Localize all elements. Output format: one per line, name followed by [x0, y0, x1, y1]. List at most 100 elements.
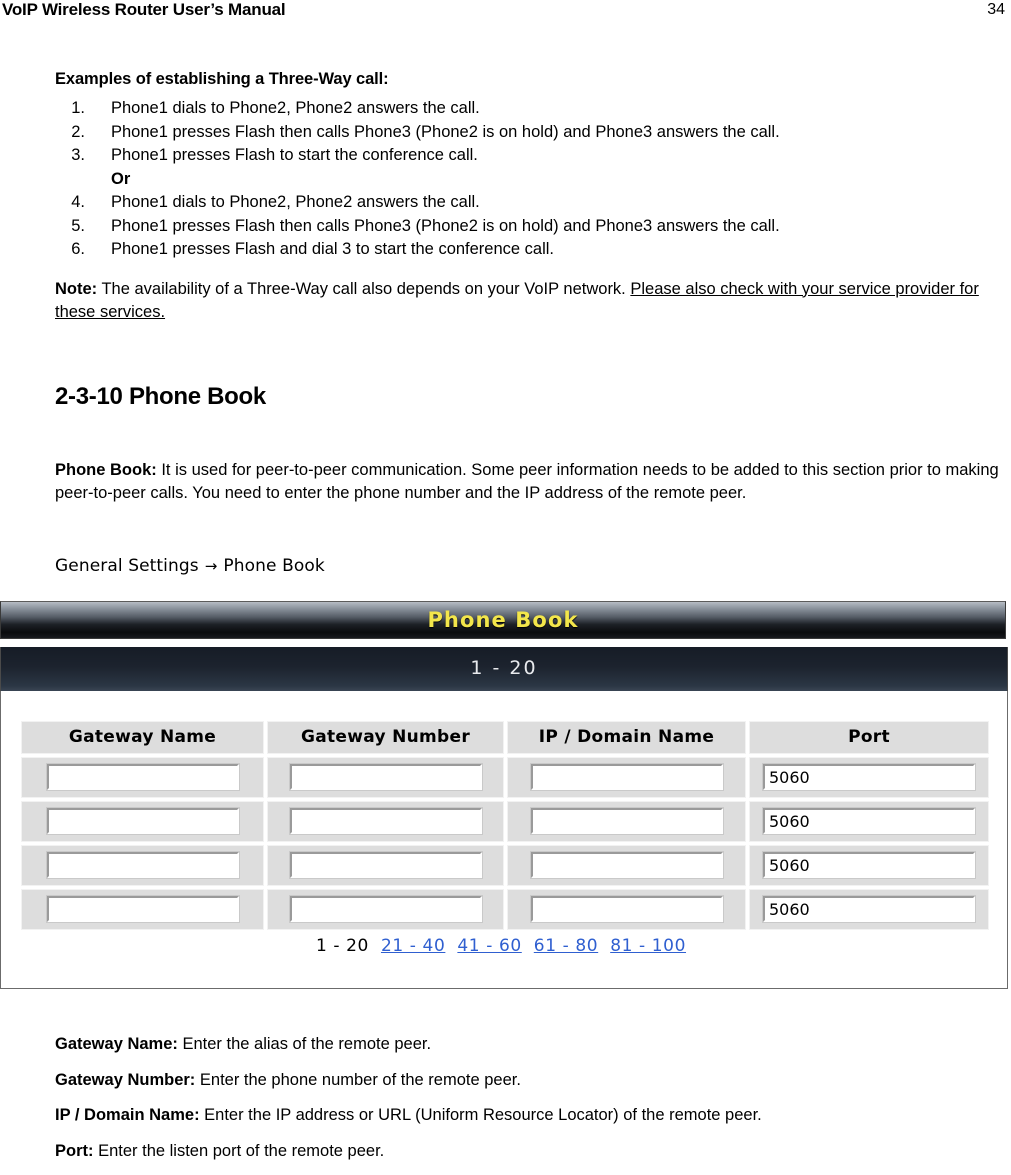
note-label: Note: [55, 279, 98, 298]
list-item-number: 5. [71, 216, 85, 235]
port-input[interactable] [762, 763, 976, 791]
column-header-ip-domain-name: IP / Domain Name [507, 721, 746, 754]
note-plain-text: The availability of a Three-Way call als… [97, 279, 631, 298]
cell-ip-domain [507, 845, 746, 886]
table-row [21, 889, 989, 930]
list-item: 2. Phone1 presses Flash then calls Phone3… [55, 121, 1011, 145]
list-item-text: Phone1 presses Flash then calls Phone3 (… [111, 216, 780, 235]
glossary-definition: Enter the IP address or URL (Uniform Res… [199, 1106, 762, 1124]
document-header: VoIP Wireless Router User’s Manual 34 [0, 0, 1011, 26]
glossary-item-gateway-number: Gateway Number: Enter the phone number o… [55, 1069, 1011, 1093]
table-row [21, 801, 989, 842]
cell-ip-domain [507, 889, 746, 930]
pagination-current-page: 1 - 20 [315, 936, 369, 956]
list-item-number: 2. [71, 122, 85, 141]
glossary-item-ip-domain-name: IP / Domain Name: Enter the IP address o… [55, 1104, 1011, 1128]
pagination-link-21-40[interactable]: 21 - 40 [381, 936, 445, 956]
ui-body: Gateway Name Gateway Number IP / Domain … [0, 691, 1008, 989]
glossary-term: Gateway Name: [55, 1035, 178, 1053]
cell-port [749, 757, 989, 798]
table-row [21, 757, 989, 798]
list-item: 1. Phone1 dials to Phone2, Phone2 answers… [55, 97, 1011, 121]
glossary-definition: Enter the phone number of the remote pee… [195, 1070, 521, 1089]
list-item-text: Phone1 dials to Phone2, Phone2 answers t… [111, 99, 480, 117]
list-item: 5. Phone1 presses Flash then calls Phone3… [55, 215, 1011, 239]
page-number: 34 [987, 1, 1005, 18]
ip-domain-input[interactable] [529, 807, 724, 835]
page-title: 2-3-10 Phone Book [55, 382, 266, 410]
three-way-subheading: Examples of establishing a Three-Way cal… [55, 70, 389, 88]
gateway-name-input[interactable] [45, 895, 240, 923]
cell-ip-domain [507, 757, 746, 798]
three-way-note: Note: The availability of a Three-Way ca… [55, 278, 1011, 325]
port-input[interactable] [762, 895, 976, 923]
ip-domain-input[interactable] [529, 763, 724, 791]
page-content: Examples of establishing a Three-Way cal… [55, 70, 1011, 576]
pagination: 1 - 20 21 - 40 41 - 60 61 - 80 81 - 100 [1, 936, 1007, 956]
column-header-port: Port [749, 721, 989, 754]
or-separator-label: Or [111, 169, 131, 188]
ui-titlebar: Phone Book [0, 601, 1006, 639]
glossary-definition: Enter the listen port of the remote peer… [93, 1141, 385, 1160]
cell-gateway-name [21, 889, 264, 930]
list-item-number: 6. [71, 240, 85, 258]
list-item-text: Phone1 presses Flash to start the confer… [111, 146, 478, 164]
table-header-row: Gateway Name Gateway Number IP / Domain … [21, 721, 989, 754]
breadcrumb: General Settings → Phone Book [55, 556, 1011, 576]
manual-title: VoIP Wireless Router User’s Manual [2, 0, 286, 19]
ui-range-bar: 1 - 20 [0, 647, 1008, 691]
list-item: 4. Phone1 dials to Phone2, Phone2 answers… [55, 191, 1011, 215]
three-way-steps-list-first: 1. Phone1 dials to Phone2, Phone2 answers… [55, 97, 1011, 168]
cell-gateway-number [267, 889, 504, 930]
list-item-text: Phone1 presses Flash and dial 3 to start… [111, 240, 555, 258]
gateway-number-input[interactable] [288, 807, 483, 835]
glossary-term: Gateway Number: [55, 1070, 196, 1089]
cell-gateway-number [267, 845, 504, 886]
glossary-term: Port: [55, 1141, 94, 1160]
phone-book-description: Phone Book: It is used for peer-to-peer … [55, 459, 1011, 506]
table-row [21, 845, 989, 886]
list-item: 6. Phone1 presses Flash and dial 3 to sta… [55, 238, 1011, 262]
list-item-number: 1. [71, 99, 85, 117]
phone-book-ui-panel: Phone Book 1 - 20 Gateway Name Gateway N… [0, 601, 1008, 990]
list-item-number: 4. [71, 193, 85, 211]
gateway-number-input[interactable] [288, 763, 483, 791]
ip-domain-input[interactable] [529, 895, 724, 923]
cell-port [749, 801, 989, 842]
ip-domain-input[interactable] [529, 851, 724, 879]
ui-range-label: 1 - 20 [470, 657, 538, 679]
breadcrumb-leaf: Phone Book [223, 555, 325, 576]
glossary-definition: Enter the alias of the remote peer. [177, 1035, 432, 1053]
column-header-gateway-number: Gateway Number [267, 721, 504, 754]
cell-gateway-name [21, 757, 264, 798]
gateway-name-input[interactable] [45, 807, 240, 835]
gateway-number-input[interactable] [288, 895, 483, 923]
list-item-text: Phone1 dials to Phone2, Phone2 answers t… [111, 193, 480, 211]
cell-ip-domain [507, 801, 746, 842]
breadcrumb-root: General Settings [55, 555, 199, 576]
list-item-number: 3. [71, 146, 85, 164]
pagination-link-41-60[interactable]: 41 - 60 [457, 936, 521, 956]
port-input[interactable] [762, 807, 976, 835]
ui-title: Phone Book [427, 608, 579, 632]
cell-gateway-name [21, 801, 264, 842]
three-way-steps-list-second: 4. Phone1 dials to Phone2, Phone2 answers… [55, 191, 1011, 262]
gateway-name-input[interactable] [45, 851, 240, 879]
glossary-term: IP / Domain Name: [55, 1106, 200, 1124]
field-glossary: Gateway Name: Enter the alias of the rem… [55, 1033, 1011, 1175]
cell-port [749, 845, 989, 886]
pagination-link-61-80[interactable]: 61 - 80 [534, 936, 598, 956]
gateway-number-input[interactable] [288, 851, 483, 879]
description-lead: Phone Book: [55, 460, 157, 479]
cell-gateway-name [21, 845, 264, 886]
cell-gateway-number [267, 757, 504, 798]
port-input[interactable] [762, 851, 976, 879]
gateway-name-input[interactable] [45, 763, 240, 791]
list-item-text: Phone1 presses Flash then calls Phone3 (… [111, 122, 780, 141]
arrow-right-icon: → [204, 556, 218, 575]
column-header-gateway-name: Gateway Name [21, 721, 264, 754]
list-item: 3. Phone1 presses Flash to start the conf… [55, 144, 1011, 168]
pagination-link-81-100[interactable]: 81 - 100 [610, 936, 686, 956]
glossary-item-gateway-name: Gateway Name: Enter the alias of the rem… [55, 1033, 1011, 1057]
cell-port [749, 889, 989, 930]
